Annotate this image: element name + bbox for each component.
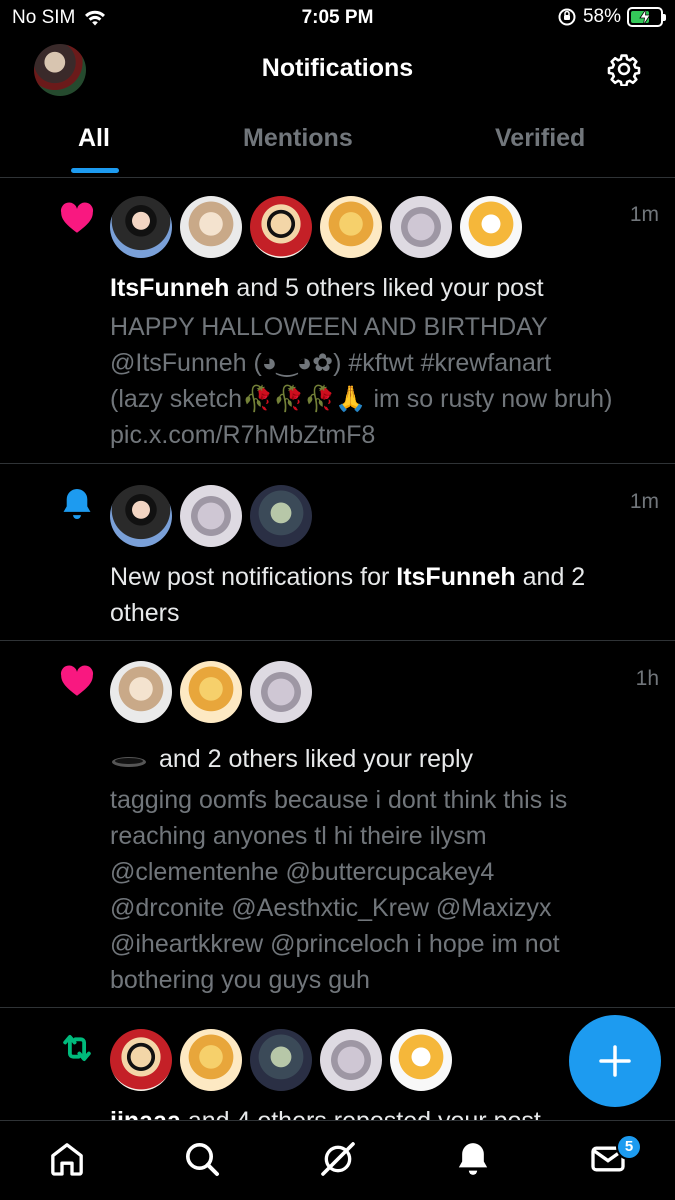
avatar[interactable]	[390, 1029, 452, 1091]
grok-icon[interactable]	[318, 1139, 358, 1179]
tab-all[interactable]: All	[78, 124, 110, 153]
timestamp: 1h	[635, 667, 659, 690]
post-line: (lazy sketch🥀🥀🥀🙏 im so rusty now bruh)	[110, 385, 613, 413]
avatar[interactable]	[110, 485, 172, 547]
status-right: 58%	[557, 6, 666, 28]
avatar[interactable]	[180, 1029, 242, 1091]
notification-headline: and 2 others liked your reply	[110, 741, 645, 777]
home-icon[interactable]	[47, 1139, 87, 1179]
avatar-row	[110, 661, 312, 723]
bell-icon	[63, 488, 91, 520]
avatar[interactable]	[180, 196, 242, 258]
action-text: and 5 others liked your post	[229, 274, 544, 302]
timestamp: 1m	[629, 490, 659, 513]
post-link[interactable]: pic.x.com/R7hMbZtmF8	[110, 417, 645, 453]
avatar[interactable]	[250, 661, 312, 723]
post-line: HAPPY HALLOWEEN AND BIRTHDAY	[110, 313, 548, 341]
avatar-row	[110, 196, 522, 258]
avatar[interactable]	[320, 1029, 382, 1091]
prefix-text: New post notifications for	[110, 563, 397, 591]
post-line: @iheartkkrew @princeloch i hope im not	[110, 930, 560, 958]
halo-emoji-icon	[112, 757, 146, 768]
action-text: and 2 others liked your reply	[152, 745, 474, 773]
post-preview: HAPPY HALLOWEEN AND BIRTHDAY @ItsFunneh …	[110, 309, 645, 453]
battery-percent: 58%	[582, 6, 621, 27]
post-preview: tagging oomfs because i dont think this …	[110, 782, 645, 998]
post-line: reaching anyones tl hi theire ilysm	[110, 822, 487, 850]
post-line: tagging oomfs because i dont think this …	[110, 786, 568, 814]
avatar[interactable]	[250, 1029, 312, 1091]
post-line: @drconite @Aesthxtic_Krew @Maxizyx	[110, 894, 552, 922]
actor-name[interactable]: ItsFunneh	[110, 274, 229, 302]
repost-icon	[63, 1035, 91, 1061]
tab-bar: All Mentions Verified	[0, 112, 675, 178]
notification-like-reply[interactable]: 1h and 2 others liked your reply tagging…	[0, 642, 675, 1008]
avatar[interactable]	[320, 196, 382, 258]
post-line: @ItsFunneh (◕‿◕✿) #kftwt #krewfanart	[110, 349, 552, 377]
avatar[interactable]	[250, 196, 312, 258]
compose-button[interactable]	[569, 1015, 661, 1107]
actor-name[interactable]: ItsFunneh	[396, 563, 515, 591]
notification-new-post[interactable]: 1m New post notifications for ItsFunneh …	[0, 465, 675, 641]
actor-name[interactable]: jinaaa	[110, 1107, 181, 1120]
action-text: and 2	[515, 563, 586, 591]
avatar[interactable]	[180, 661, 242, 723]
timestamp: 1m	[629, 203, 659, 226]
messages-badge: 5	[616, 1134, 642, 1160]
notification-headline: ItsFunneh and 5 others liked your post	[110, 270, 645, 306]
avatar[interactable]	[110, 1029, 172, 1091]
orientation-lock-icon	[558, 8, 576, 26]
post-line: @clementenhe @buttercupcakey4	[110, 858, 495, 886]
bottom-nav	[0, 1120, 675, 1200]
heart-icon	[60, 665, 94, 696]
avatar[interactable]	[250, 485, 312, 547]
plus-icon	[599, 1045, 631, 1077]
tab-mentions[interactable]: Mentions	[243, 124, 353, 153]
avatar[interactable]	[390, 196, 452, 258]
heart-icon	[60, 202, 94, 233]
notification-headline: jinaaa and 4 others reposted your post	[110, 1103, 645, 1120]
avatar[interactable]	[460, 196, 522, 258]
tab-verified[interactable]: Verified	[495, 124, 585, 153]
avatar-row	[110, 1029, 452, 1091]
action-text: and 4 others reposted your post	[181, 1107, 541, 1120]
avatar[interactable]	[110, 196, 172, 258]
settings-gear-icon[interactable]	[607, 52, 641, 86]
active-tab-indicator	[71, 168, 119, 173]
action-text-line2: others	[110, 599, 180, 627]
notification-like-post[interactable]: 1m ItsFunneh and 5 others liked your pos…	[0, 179, 675, 464]
avatar[interactable]	[180, 485, 242, 547]
avatar[interactable]	[110, 661, 172, 723]
header: Notifications	[0, 36, 675, 104]
status-bar: No SIM 7:05 PM 58%	[0, 0, 675, 36]
battery-charging-icon	[627, 7, 666, 27]
post-line: bothering you guys guh	[110, 966, 370, 994]
notification-headline: New post notifications for ItsFunneh and…	[110, 559, 645, 631]
page-title: Notifications	[261, 54, 414, 82]
search-icon[interactable]	[182, 1139, 222, 1179]
avatar-row	[110, 485, 312, 547]
bell-icon[interactable]	[453, 1139, 493, 1179]
